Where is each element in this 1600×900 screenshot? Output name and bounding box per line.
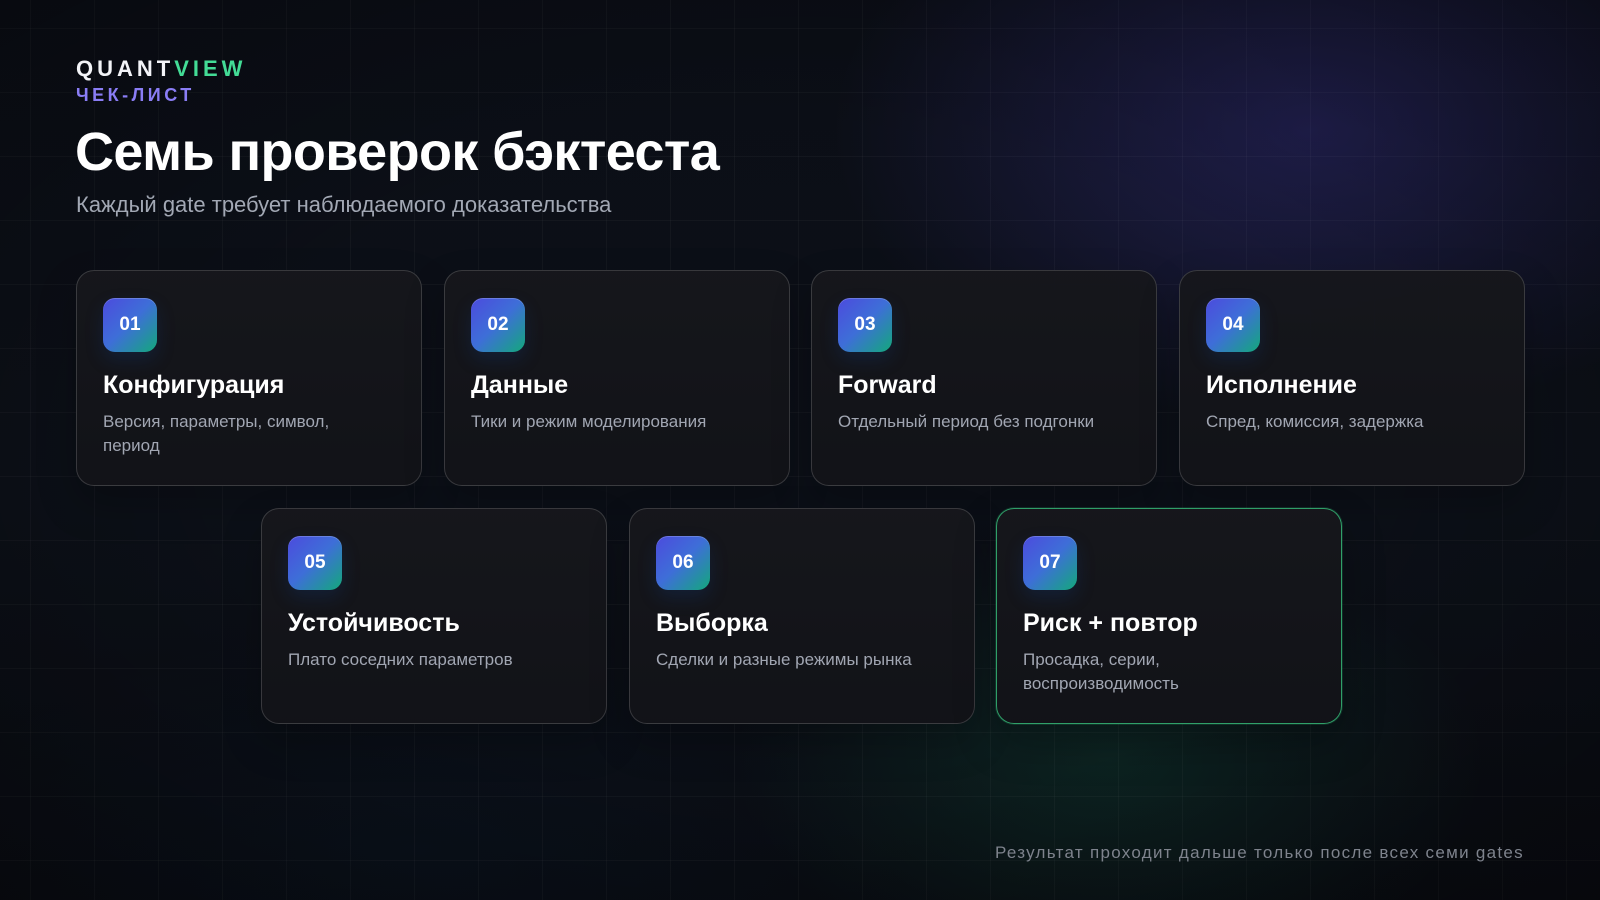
- footer-note: Результат проходит дальше только после в…: [994, 843, 1524, 862]
- gate-number-badge: 01: [103, 298, 157, 352]
- page-subtitle: Каждый gate требует наблюдаемого доказат…: [76, 192, 612, 217]
- gate-description: Отдельный период без подгонки: [838, 412, 1095, 431]
- gate-description: Спред, комиссия, задержка: [1206, 412, 1424, 431]
- checklist-label: ЧЕК-ЛИСТ: [76, 85, 195, 105]
- brand-primary: QUANT: [76, 56, 175, 81]
- checklist-slide: QUANTVIEW ЧЕК-ЛИСТ Семь проверок бэктест…: [0, 0, 1600, 900]
- gate-title: Forward: [838, 371, 937, 399]
- brand-logo: QUANTVIEW: [76, 57, 246, 81]
- gate-title: Данные: [471, 371, 569, 399]
- gate-description: Плато соседних параметров: [288, 650, 513, 669]
- gate-number-badge: 04: [1206, 298, 1260, 352]
- gate-card-sample: 06 Выборка Сделки и разные режимы рынка: [629, 508, 975, 724]
- gate-card-execution: 04 Исполнение Спред, комиссия, задержка: [1179, 270, 1525, 486]
- gate-title: Исполнение: [1206, 371, 1357, 399]
- brand-accent: VIEW: [174, 56, 247, 81]
- gate-card-robustness: 05 Устойчивость Плато соседних параметро…: [261, 508, 607, 724]
- gate-description: Тики и режим моделирования: [471, 412, 707, 431]
- gate-description: Версия, параметры, символ, период: [103, 412, 330, 455]
- gate-description: Просадка, серии, воспроизводимость: [1023, 650, 1179, 693]
- gate-number-badge: 07: [1023, 536, 1077, 590]
- page-title: Семь проверок бэктеста: [75, 122, 720, 182]
- gate-title: Выборка: [656, 609, 768, 637]
- gate-title: Риск + повтор: [1023, 609, 1198, 637]
- gate-card-data: 02 Данные Тики и режим моделирования: [444, 270, 790, 486]
- gate-card-risk-repeat: 07 Риск + повтор Просадка, серии, воспро…: [996, 508, 1342, 724]
- gate-card-configuration: 01 Конфигурация Версия, параметры, симво…: [76, 270, 422, 486]
- gate-title: Конфигурация: [103, 371, 285, 399]
- gate-card-forward: 03 Forward Отдельный период без подгонки: [811, 270, 1157, 486]
- gate-number-badge: 02: [471, 298, 525, 352]
- gate-title: Устойчивость: [288, 609, 460, 637]
- gate-number-badge: 03: [838, 298, 892, 352]
- gate-number-badge: 06: [656, 536, 710, 590]
- gate-number-badge: 05: [288, 536, 342, 590]
- gate-description: Сделки и разные режимы рынка: [656, 650, 912, 669]
